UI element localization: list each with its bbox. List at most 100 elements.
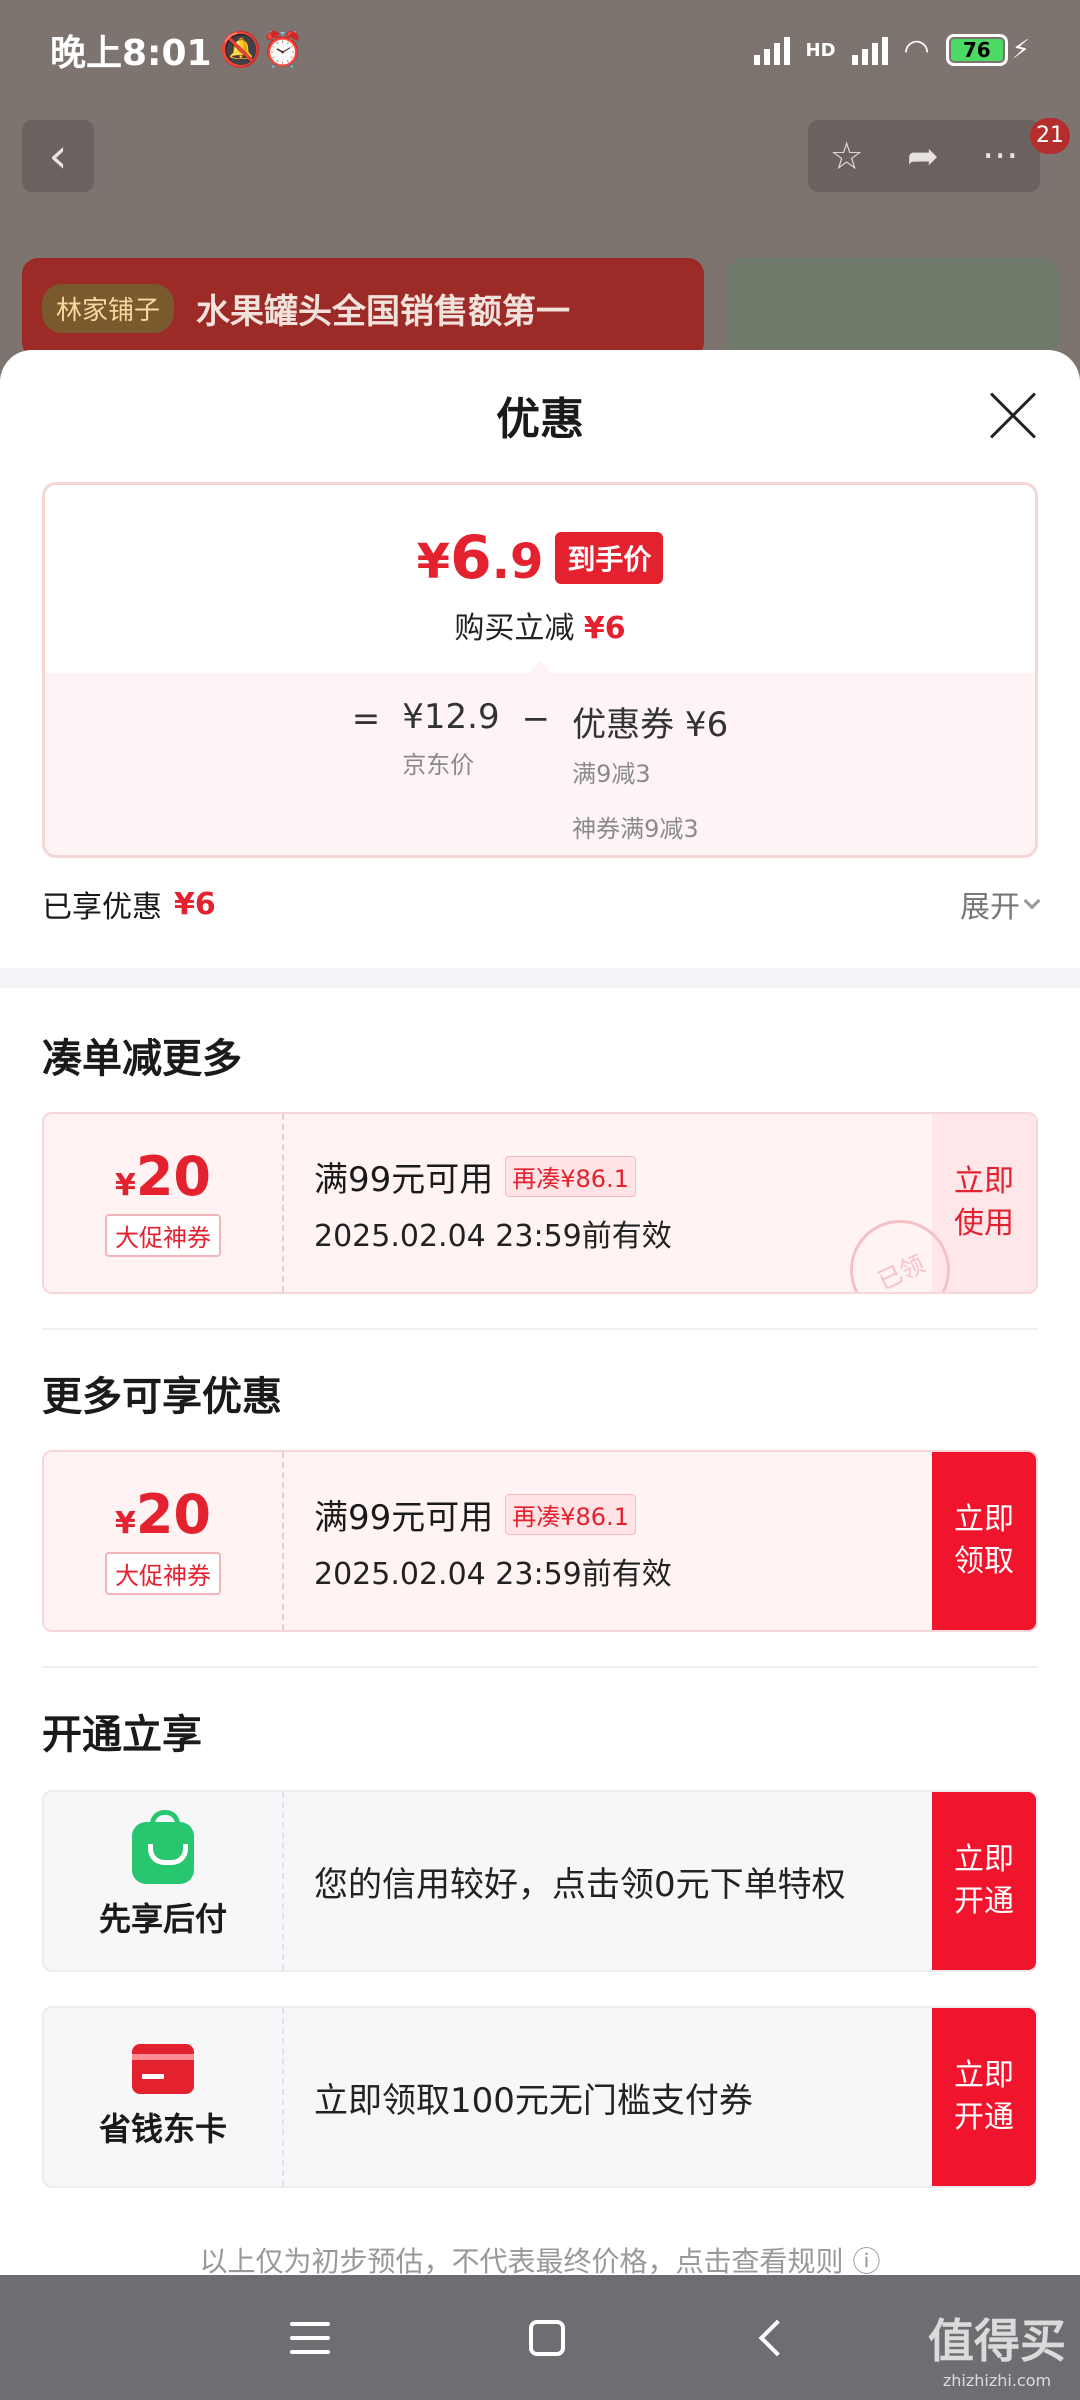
coupon-tag: 大促神券 <box>105 1551 221 1595</box>
final-price-dec: .9 <box>491 534 544 590</box>
status-right: HD ◠ 76 ⚡ <box>753 32 1030 68</box>
section-divider <box>0 968 1080 988</box>
message-badge: 21 <box>1030 118 1070 154</box>
disclaimer-link[interactable]: 以上仅为初步预估，不代表最终价格，点击查看规则 ⓘ <box>0 2240 1080 2275</box>
promo-banner: 林家铺子 水果罐头全国销售额第一 <box>22 258 704 358</box>
sheet-title: 优惠 <box>496 394 584 445</box>
more-icon[interactable]: ··· <box>982 134 1018 178</box>
service-name: 省钱东卡 <box>98 2110 227 2148</box>
coupon-amount: ¥20 <box>114 1149 211 1204</box>
final-price: ¥6.9 <box>417 523 544 593</box>
share-icon[interactable]: ➦ <box>907 134 939 178</box>
menu-icon[interactable] <box>289 2321 330 2354</box>
coupon-amount: ¥20 <box>114 1487 211 1542</box>
mute-alarm-icons: 🔕⏰ <box>219 30 305 70</box>
coupon-rule-2: 神券满9减3 <box>572 815 699 843</box>
signal-icon <box>753 35 790 65</box>
watermark-logo: 值得买 zhizhizhi.com <box>928 2305 1066 2390</box>
product-image <box>727 258 1059 358</box>
coupon-yen: ¥ <box>114 1505 136 1541</box>
currency-symbol: ¥ <box>416 534 450 590</box>
service-name: 先享后付 <box>98 1900 227 1938</box>
signal-icon-2 <box>851 35 888 65</box>
reduce-value: ¥6 <box>583 611 626 646</box>
enjoyed-discount-row: 已享优惠 ¥6 展开 <box>42 882 1041 926</box>
chevron-down-icon <box>1023 892 1041 910</box>
service-card-pay-later: 先享后付 您的信用较好，点击领0元下单特权 立即 开通 <box>42 1790 1038 1972</box>
coupon-chip: 再凑¥86.1 <box>505 1155 636 1197</box>
reduce-label: 购买立减 <box>454 611 575 646</box>
coupon-chip: 再凑¥86.1 <box>505 1493 636 1535</box>
divider <box>42 1666 1038 1668</box>
jd-price-col: ¥12.9 京东价 <box>402 697 500 855</box>
coupon-rule-1: 满9减3 <box>572 760 651 788</box>
status-time: 晚上8:01 <box>50 33 212 74</box>
wifi-icon: ◠ <box>903 32 930 68</box>
back-icon[interactable] <box>758 2319 796 2356</box>
reduce-row: 购买立减 ¥6 <box>454 603 625 647</box>
charging-icon: ⚡ <box>1011 35 1030 65</box>
coupon-amount-value: 20 <box>135 1144 212 1208</box>
banner-text: 水果罐头全国销售额第一 <box>196 291 571 332</box>
enjoyed-label: 已享优惠 <box>42 890 162 925</box>
coupon-col: 优惠券 ¥6 满9减3 神券满9减3 <box>572 697 729 855</box>
shopping-bag-icon <box>132 1810 194 1884</box>
coupon-expiry: 2025.02.04 23:59前有效 <box>314 1218 672 1254</box>
minus-sign: − <box>521 699 551 739</box>
battery-level: 76 <box>950 39 1003 61</box>
price-calculation: = ¥12.9 京东价 − 优惠券 ¥6 满9减3 神券满9减3 <box>45 673 1035 855</box>
claim-coupon-button[interactable]: 立即 领取 <box>932 1452 1036 1630</box>
close-icon[interactable] <box>988 390 1038 440</box>
jd-price: ¥12.9 <box>402 697 500 737</box>
jd-price-label: 京东价 <box>402 751 475 779</box>
coupon-value: 优惠券 ¥6 <box>572 705 729 745</box>
coupon-amount-value: 20 <box>135 1482 212 1546</box>
coupon-details: 满99元可用 再凑¥86.1 2025.02.04 23:59前有效 <box>284 1114 932 1292</box>
service-icon-block: 先享后付 <box>44 1792 284 1970</box>
coupon-condition: 满99元可用 <box>314 1497 494 1538</box>
system-nav-bar: 值得买 zhizhizhi.com <box>0 2275 1080 2400</box>
section-title-more-offers: 更多可享优惠 <box>42 1374 282 1420</box>
card-icon <box>132 2044 194 2094</box>
expand-label: 展开 <box>960 890 1020 925</box>
expand-button[interactable]: 展开 <box>960 882 1041 926</box>
equals-sign: = <box>351 699 381 739</box>
battery-icon: 76 ⚡ <box>945 34 1030 66</box>
section-title-open-enjoy: 开通立享 <box>42 1712 202 1758</box>
status-bar: 晚上8:01 🔕⏰ HD ◠ 76 ⚡ <box>0 0 1080 100</box>
star-icon[interactable]: ☆ <box>830 134 864 178</box>
service-desc: 您的信用较好，点击领0元下单特权 <box>314 1864 846 1905</box>
price-summary: ¥6.9 到手价 购买立减 ¥6 <box>45 485 1035 675</box>
coupon-tag: 大促神券 <box>105 1213 221 1257</box>
notch <box>526 661 554 675</box>
activate-button[interactable]: 立即 开通 <box>932 1792 1036 1970</box>
service-icon-block: 省钱东卡 <box>44 2008 284 2186</box>
watermark-url: zhizhizhi.com <box>942 2371 1052 2390</box>
enjoyed-value: ¥6 <box>174 886 216 922</box>
home-icon[interactable] <box>528 2319 565 2356</box>
divider <box>42 1328 1038 1330</box>
coupon-expiry: 2025.02.04 23:59前有效 <box>314 1556 672 1592</box>
sheet-header: 优惠 <box>0 350 1080 480</box>
coupon-condition: 满99元可用 <box>314 1159 494 1200</box>
coupon-yen: ¥ <box>114 1167 136 1203</box>
price-breakdown-card: ¥6.9 到手价 购买立减 ¥6 = ¥12.9 京东价 − 优惠券 ¥6 满9… <box>42 482 1038 858</box>
back-button[interactable]: ‹ <box>22 120 94 192</box>
service-card-jd-card: 省钱东卡 立即领取100元无门槛支付券 立即 开通 <box>42 2006 1038 2188</box>
chevron-left-icon: ‹ <box>48 128 68 184</box>
watermark-text: 值得买 <box>928 2314 1066 2368</box>
coupon-card: ¥20 大促神券 满99元可用 再凑¥86.1 2025.02.04 23:59前… <box>42 1450 1038 1632</box>
service-desc: 立即领取100元无门槛支付券 <box>314 2080 753 2121</box>
coupon-card: ¥20 大促神券 满99元可用 再凑¥86.1 2025.02.04 23:59前… <box>42 1112 1038 1294</box>
coupon-amount-block: ¥20 大促神券 <box>44 1452 284 1630</box>
brand-logo: 林家铺子 <box>42 283 175 333</box>
final-price-tag: 到手价 <box>555 532 664 584</box>
final-price-int: 6 <box>450 523 492 593</box>
activate-button[interactable]: 立即 开通 <box>932 2008 1036 2186</box>
hd-label: HD <box>805 39 836 61</box>
section-title-more-items: 凑单减更多 <box>42 1036 242 1082</box>
discount-sheet: 优惠 ¥6.9 到手价 购买立减 ¥6 = ¥12.9 京东价 − 优惠券 ¥6 <box>0 350 1080 2275</box>
coupon-details: 满99元可用 再凑¥86.1 2025.02.04 23:59前有效 <box>284 1452 932 1630</box>
coupon-amount-block: ¥20 大促神券 <box>44 1114 284 1292</box>
top-actions: ☆ ➦ ··· <box>808 120 1040 192</box>
